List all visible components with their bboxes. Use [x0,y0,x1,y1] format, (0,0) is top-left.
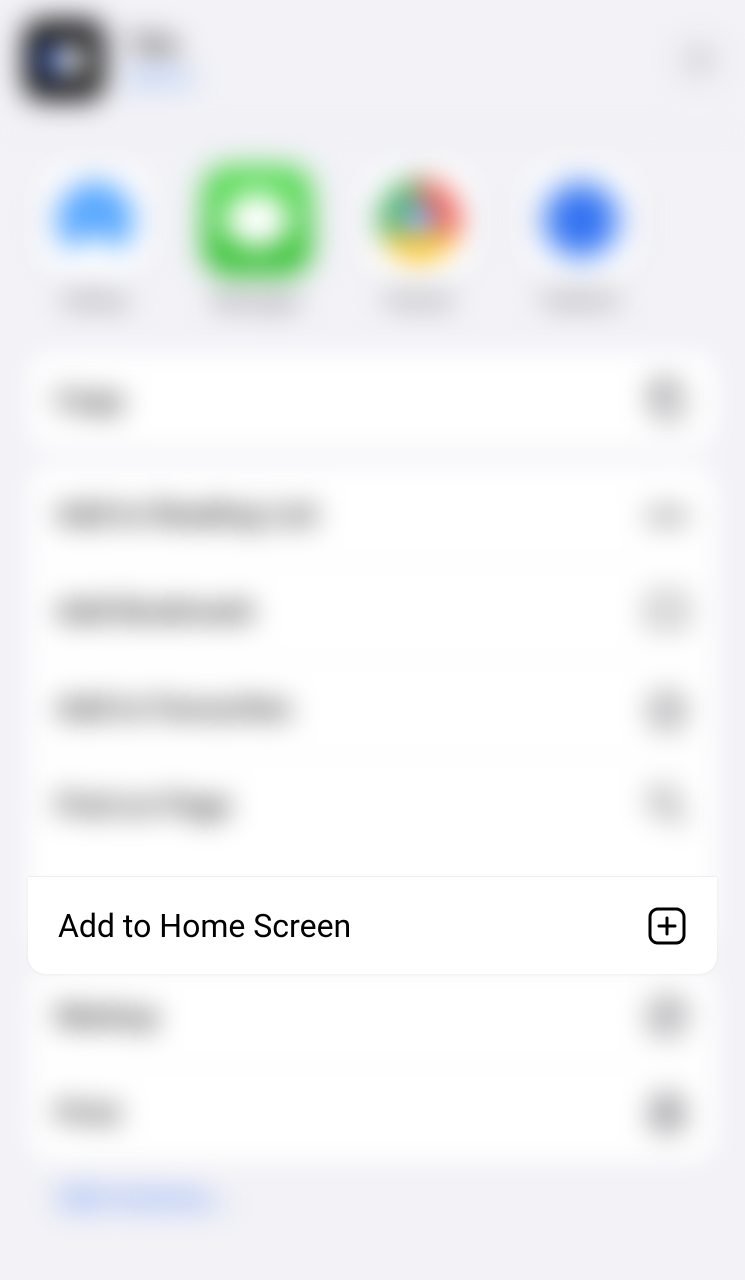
star-icon [645,686,689,730]
source-app-icon [24,20,104,100]
share-targets-row: AirDrop Messages Chrome Freeform [0,151,745,352]
glasses-icon [645,492,689,536]
airdrop-icon [40,165,150,275]
book-icon [645,589,689,633]
action-add-to-home-screen[interactable]: Add to Home Screen [28,876,717,974]
share-target-freeform[interactable]: Freeform [516,165,646,312]
action-label: Add to Favourites [56,691,291,726]
action-add-bookmark[interactable]: Add Bookmark [28,562,717,659]
action-group-copy: Copy [28,352,717,448]
action-label: Markup [56,999,158,1034]
action-add-favourites[interactable]: Add to Favourites [28,659,717,756]
action-label: Add to Reading List [56,497,317,532]
share-target-label: Chrome [386,289,453,312]
share-target-label: Freeform [542,289,619,312]
share-target-airdrop[interactable]: AirDrop [30,165,160,312]
action-label: Print [56,1096,120,1131]
search-icon [645,783,689,827]
share-target-chrome[interactable]: Chrome [354,165,484,312]
plus-square-icon [647,906,687,946]
freeform-icon [526,165,636,275]
copy-icon [645,378,689,422]
source-subtitle: options [126,65,655,89]
action-copy[interactable]: Copy [28,352,717,448]
action-add-reading-list[interactable]: Add to Reading List [28,466,717,562]
share-target-label: Messages [213,289,300,312]
messages-icon [202,165,312,275]
action-label: Find on Page [56,788,231,823]
action-label: Add Bookmark [56,594,254,629]
action-markup[interactable]: Markup [28,968,717,1064]
source-title: Title [126,31,655,61]
action-group-secondary: Markup Print [28,968,717,1161]
close-button[interactable] [677,38,721,82]
chrome-icon [364,165,474,275]
share-target-messages[interactable]: Messages [192,165,322,312]
action-label: Add to Home Screen [58,907,351,945]
share-sheet-header: Title options [0,0,745,130]
action-label: Copy [56,383,124,418]
markup-icon [645,994,689,1038]
share-target-label: AirDrop [63,289,127,312]
close-icon [689,50,709,70]
edit-actions-link[interactable]: Edit Actions... [60,1181,745,1214]
action-print[interactable]: Print [28,1064,717,1161]
action-find-on-page[interactable]: Find on Page [28,756,717,853]
printer-icon [645,1091,689,1135]
